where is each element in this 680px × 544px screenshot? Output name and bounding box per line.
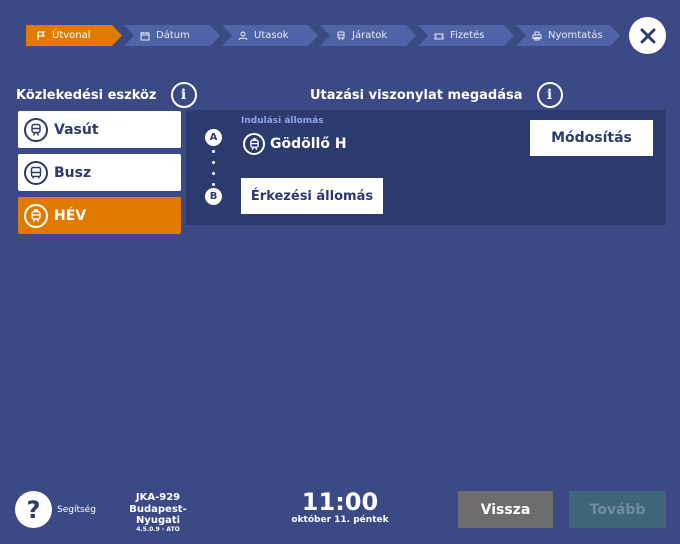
transport-heading: Közlekedési eszköz i (16, 82, 197, 108)
route-heading: Utazási viszonylat megadása i (310, 82, 563, 108)
info-icon[interactable]: i (536, 82, 563, 108)
step-passengers[interactable]: Utasok (222, 25, 318, 46)
transport-heading-label: Közlekedési eszköz (16, 87, 157, 103)
departure-label: Indulási állomás (241, 116, 324, 126)
step-label: Dátum (156, 30, 190, 41)
train-icon (24, 117, 48, 142)
step-services[interactable]: Járatok (320, 25, 416, 46)
device-location: Budapest-Nyugati (129, 503, 187, 527)
transport-option-hev[interactable]: HÉV (18, 197, 181, 234)
step-route[interactable]: Útvonal (26, 25, 122, 46)
departure-station: Gödöllő H (243, 133, 347, 155)
marker-a: A (205, 129, 222, 146)
step-payment[interactable]: Fizetés (418, 25, 514, 46)
departure-station-name: Gödöllő H (270, 136, 347, 152)
transport-option-label: Busz (54, 164, 92, 181)
step-label: Útvonal (52, 30, 91, 41)
step-label: Utasok (254, 30, 289, 41)
progress-steps: Útvonal Dátum Utasok Járatok Fizetés Nyo… (26, 25, 622, 46)
help-button[interactable]: ? (15, 491, 52, 528)
suburban-train-icon (24, 203, 48, 228)
device-info: JKA-929 Budapest-Nyugati 4.5.0.9 - ATO (108, 492, 208, 533)
route-dot (212, 172, 215, 175)
bus-icon (24, 160, 48, 185)
close-icon (640, 28, 655, 43)
step-date[interactable]: Dátum (124, 25, 220, 46)
transport-option-label: Vasút (54, 121, 99, 138)
device-id: JKA-929 (135, 492, 181, 503)
step-label: Nyomtatás (548, 30, 603, 41)
help-label[interactable]: Segítség (57, 505, 96, 515)
route-dot (212, 150, 215, 153)
info-icon[interactable]: i (170, 82, 197, 108)
clock-time: 11:00 (301, 488, 379, 516)
route-panel: A B Indulási állomás Gödöllő H Módosítás… (186, 110, 666, 225)
step-label: Fizetés (450, 30, 485, 41)
train-icon (336, 31, 346, 41)
transport-option-label: HÉV (54, 207, 87, 224)
next-button[interactable]: Tovább (569, 491, 666, 528)
step-label: Járatok (352, 30, 388, 41)
route-heading-label: Utazási viszonylat megadása (310, 87, 523, 103)
suburban-train-icon (243, 133, 265, 155)
ticket-icon (434, 31, 444, 41)
transport-option-bus[interactable]: Busz (18, 154, 181, 191)
person-icon (238, 31, 248, 41)
route-dot (212, 183, 215, 186)
modify-button[interactable]: Módosítás (530, 120, 653, 156)
step-print[interactable]: Nyomtatás (516, 25, 620, 46)
software-version: 4.5.0.9 - ATO (136, 525, 180, 533)
route-dot (212, 161, 215, 164)
transport-option-rail[interactable]: Vasút (18, 111, 181, 148)
marker-b: B (205, 188, 222, 205)
close-button[interactable] (629, 17, 666, 54)
back-button[interactable]: Vissza (458, 491, 553, 528)
calendar-icon (140, 31, 150, 41)
flag-icon (36, 31, 46, 41)
arrival-station-button[interactable]: Érkezési állomás (241, 178, 383, 214)
printer-icon (532, 31, 542, 41)
clock-date: október 11. péntek (291, 515, 389, 526)
clock: 11:00 október 11. péntek (280, 488, 400, 526)
